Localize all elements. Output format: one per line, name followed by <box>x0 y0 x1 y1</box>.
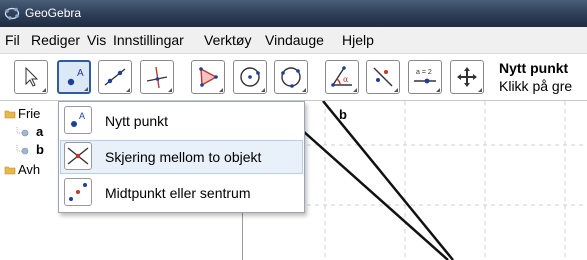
new-point-icon: A <box>64 106 92 134</box>
visibility-dot-icon[interactable] <box>16 127 30 139</box>
move-graphics-view-icon <box>457 67 477 87</box>
geogebra-logo-icon <box>4 7 20 20</box>
window-title: GeoGebra <box>25 6 82 20</box>
intersect-two-objects-icon <box>64 142 92 170</box>
line-through-two-points-icon <box>104 68 126 86</box>
dropdown-item-new-point[interactable]: A Nytt punkt <box>60 104 303 138</box>
tool-help-title: Nytt punkt <box>499 60 569 76</box>
menu-bar: Fil Rediger Vis Innstillingar Verktøy Vi… <box>0 27 587 54</box>
toolbar: A α a = 2 Nytt punkt Klikk på gre <box>0 54 587 101</box>
dropdown-item-label: Midtpunkt eller sentrum <box>105 185 251 201</box>
svg-text:a = 2: a = 2 <box>416 69 432 76</box>
visibility-dot-icon[interactable] <box>16 145 30 157</box>
circle-center-point-icon <box>240 67 260 87</box>
menu-view[interactable]: Vis <box>87 32 106 48</box>
midpoint-icon <box>64 178 92 206</box>
svg-text:A: A <box>79 111 85 121</box>
svg-text:A: A <box>77 68 84 79</box>
move-view-tool-button[interactable] <box>450 60 484 94</box>
folder-icon <box>4 166 16 175</box>
point-tools-dropdown: A Nytt punkt Skjering mellom to objekt M… <box>58 101 305 213</box>
angle-icon: α <box>331 66 352 87</box>
svg-text:α: α <box>343 75 349 84</box>
dropdown-item-label: Skjering mellom to objekt <box>105 149 262 165</box>
reflect-tool-button[interactable] <box>366 60 400 94</box>
free-object-a[interactable]: a <box>36 124 43 139</box>
circle-tool-button[interactable] <box>233 60 267 94</box>
arrow-cursor-icon <box>25 66 39 87</box>
polygon-icon <box>199 67 218 87</box>
slider-tool-button[interactable]: a = 2 <box>408 60 442 94</box>
menu-help[interactable]: Hjelp <box>342 32 374 48</box>
circle-three-points-icon <box>281 67 301 88</box>
menu-file[interactable]: Fil <box>5 32 20 48</box>
reflect-icon <box>373 67 393 87</box>
dropdown-item-midpoint[interactable]: Midtpunkt eller sentrum <box>60 176 303 210</box>
free-object-b[interactable]: b <box>36 142 44 157</box>
slider-icon: a = 2 <box>414 69 436 84</box>
dependent-objects-label[interactable]: Avh <box>18 162 40 177</box>
title-bar: GeoGebra <box>0 0 587 27</box>
menu-window[interactable]: Vindauge <box>265 32 324 48</box>
dropdown-item-label: Nytt punkt <box>105 113 169 129</box>
perpendicular-line-tool-button[interactable] <box>140 60 174 94</box>
line-b[interactable] <box>322 101 454 260</box>
menu-settings[interactable]: Innstillingar <box>113 32 184 48</box>
menu-tools[interactable]: Verktøy <box>204 32 251 48</box>
dropdown-item-intersect[interactable]: Skjering mellom to objekt <box>60 140 303 174</box>
move-tool-button[interactable] <box>14 60 48 94</box>
new-point-tool-button[interactable]: A <box>57 60 91 94</box>
line-b-label: b <box>339 107 347 122</box>
folder-icon <box>4 110 16 119</box>
circle-three-points-tool-button[interactable] <box>274 60 308 94</box>
line-tool-button[interactable] <box>98 60 132 94</box>
angle-tool-button[interactable]: α <box>325 60 359 94</box>
perpendicular-line-icon <box>146 66 168 89</box>
tool-help-text: Klikk på gre <box>499 78 573 94</box>
polygon-tool-button[interactable] <box>191 60 225 94</box>
free-objects-label[interactable]: Frie <box>18 106 40 121</box>
menu-edit[interactable]: Rediger <box>31 32 80 48</box>
